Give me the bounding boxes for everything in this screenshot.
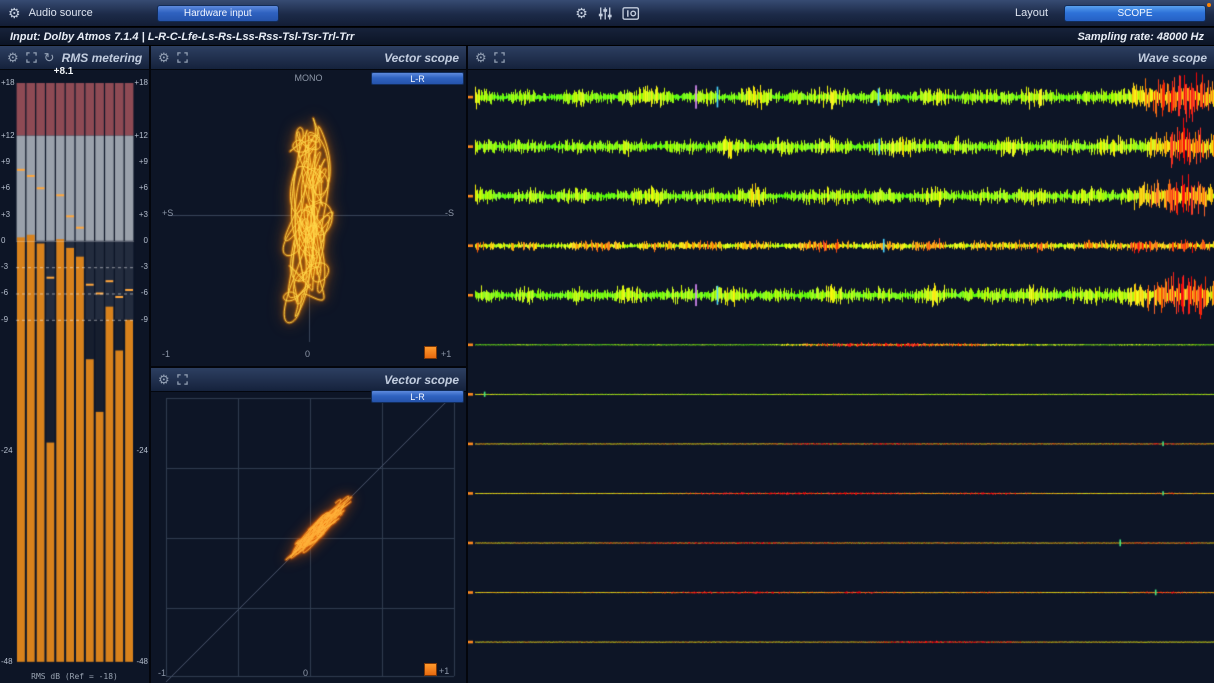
rms-scale-label: +18	[134, 79, 148, 87]
minus-s-axis-label: -S	[445, 208, 454, 218]
rms-scale-label: +6	[1, 184, 10, 192]
wave-scope-panel: ⚙ Wave scope	[468, 46, 1214, 683]
xy-scope-display	[151, 392, 466, 683]
clip-indicator[interactable]	[424, 663, 437, 676]
vector-bottom-fullscreen-icon[interactable]	[177, 374, 188, 385]
input-info-bar: Input: Dolby Atmos 7.1.4 | L-R-C-Lfe-Ls-…	[0, 28, 1214, 46]
toolbar-center-icons: ⚙	[575, 6, 639, 20]
plus-s-axis-label: +S	[162, 208, 173, 218]
rms-scale-label: 0	[1, 237, 5, 245]
rms-scale-label: +3	[1, 211, 10, 219]
rms-scale-label: +12	[134, 132, 148, 140]
rms-scale-label: +9	[139, 158, 148, 166]
clip-indicator[interactable]	[424, 346, 437, 359]
rms-fullscreen-icon[interactable]	[26, 52, 37, 63]
rms-scale-label: 0	[144, 237, 148, 245]
rms-reset-icon[interactable]: ↻	[44, 51, 55, 64]
rms-scale-label: +3	[139, 211, 148, 219]
vector-bottom-settings-gear-icon[interactable]: ⚙	[158, 373, 170, 386]
vector-bottom-mode-button[interactable]: L-R	[371, 390, 464, 403]
rms-scale-label: -24	[136, 447, 148, 455]
io-routing-icon[interactable]	[622, 7, 639, 20]
vector-top-fullscreen-icon[interactable]	[177, 52, 188, 63]
rms-scale-label: +18	[1, 79, 15, 87]
rms-metering-panel: ⚙ ↻ RMS metering +8.1 RMS dB (Ref = -18)…	[0, 46, 149, 683]
input-format-text: Input: Dolby Atmos 7.1.4 | L-R-C-Lfe-Ls-…	[10, 31, 354, 43]
layout-label: Layout	[1015, 7, 1048, 19]
hardware-input-button[interactable]: Hardware input	[157, 5, 279, 22]
rms-scale-label: +9	[1, 158, 10, 166]
scale-zero-label: 0	[305, 349, 310, 359]
rms-reference-label: RMS dB (Ref = -18)	[0, 672, 149, 681]
vector-scope-top-panel: ⚙ Vector scope L-R MONO +S -S -1 0 +1	[151, 46, 466, 366]
rms-scale-label: -24	[1, 447, 13, 455]
rms-scale-label: -9	[1, 316, 8, 324]
setup-gear-icon[interactable]: ⚙	[575, 6, 588, 20]
rms-scale-label: -48	[1, 658, 13, 666]
audio-source-label: Audio source	[29, 7, 93, 19]
scale-max-label: +1	[441, 349, 451, 359]
scope-layout-button[interactable]: SCOPE	[1064, 5, 1206, 22]
scale-min-label: -1	[158, 668, 166, 678]
rms-scale-label: +6	[139, 184, 148, 192]
status-indicator-dot	[1207, 3, 1211, 7]
wave-header: ⚙ Wave scope	[468, 46, 1214, 70]
rms-scale-label: -3	[141, 263, 148, 271]
faders-icon[interactable]	[598, 7, 612, 20]
rms-scale-label: -3	[1, 263, 8, 271]
rms-scale-label: -48	[136, 658, 148, 666]
rms-meter-display	[0, 70, 149, 683]
wave-fullscreen-icon[interactable]	[494, 52, 505, 63]
scale-min-label: -1	[162, 349, 170, 359]
top-toolbar: ⚙ Audio source Hardware input ⚙ Layout S…	[0, 0, 1214, 27]
wave-settings-gear-icon[interactable]: ⚙	[475, 51, 487, 64]
vector-top-title: Vector scope	[384, 51, 459, 65]
scale-max-label: +1	[439, 666, 449, 676]
vector-bottom-title: Vector scope	[384, 373, 459, 387]
toolbar-right: Layout SCOPE	[1015, 5, 1206, 22]
settings-gear-icon[interactable]: ⚙	[8, 6, 21, 20]
rms-scale-label: -6	[141, 289, 148, 297]
vector-top-header: ⚙ Vector scope	[151, 46, 466, 70]
waveform-display	[468, 70, 1214, 683]
sampling-rate-text: Sampling rate: 48000 Hz	[1077, 31, 1204, 43]
mono-axis-label: MONO	[151, 73, 466, 83]
vector-scope-bottom-panel: ⚙ Vector scope L-R -1 0 +1	[151, 368, 466, 683]
rms-panel-title: RMS metering	[62, 51, 143, 65]
wave-title: Wave scope	[1138, 51, 1207, 65]
rms-scale-label: -9	[141, 316, 148, 324]
rms-scale-label: +12	[1, 132, 15, 140]
rms-scale-label: -6	[1, 289, 8, 297]
rms-settings-gear-icon[interactable]: ⚙	[7, 51, 19, 64]
scale-zero-label: 0	[303, 668, 308, 678]
vector-scope-display	[151, 70, 466, 366]
vector-top-settings-gear-icon[interactable]: ⚙	[158, 51, 170, 64]
vector-bottom-header: ⚙ Vector scope	[151, 368, 466, 392]
